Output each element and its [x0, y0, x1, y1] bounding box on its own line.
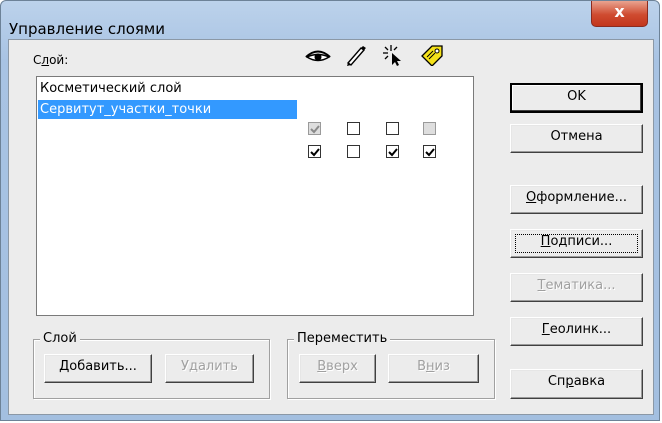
tag-icon	[418, 44, 446, 67]
layer-labels-checkbox[interactable]	[423, 145, 436, 158]
layer-visible-checkbox[interactable]	[308, 145, 321, 158]
layer-selectable-checkbox[interactable]	[386, 122, 399, 135]
pencil-icon	[342, 44, 370, 66]
layer-list-label: Слой:	[33, 53, 69, 67]
layer-editable-checkbox[interactable]	[347, 122, 360, 135]
close-button[interactable]: x	[591, 1, 648, 27]
geolink-button[interactable]: Геолинк...	[510, 317, 643, 346]
title-bar[interactable]: Управление слоями x	[1, 1, 659, 38]
add-layer-button[interactable]: Добавить...	[44, 354, 152, 383]
layer-name: Сервитут_участки_точки	[38, 100, 297, 119]
move-down-button[interactable]: Вниз	[388, 354, 479, 383]
layer-group-title: Слой	[40, 331, 80, 346]
layer-name: Косметический слой	[40, 81, 182, 96]
help-button[interactable]: Справка	[510, 369, 643, 399]
cancel-button[interactable]: Отмена	[510, 124, 643, 153]
layer-listbox[interactable]: Косметический слой Сервитут_участки_точк…	[36, 76, 474, 316]
thematic-button[interactable]: Тематика...	[510, 273, 643, 302]
cursor-sparkle-icon	[380, 44, 408, 66]
design-button[interactable]: Оформление...	[510, 185, 643, 214]
remove-layer-button[interactable]: Удалить	[165, 354, 254, 383]
ok-button[interactable]: OK	[510, 83, 643, 113]
focus-indicator	[515, 234, 638, 253]
layer-visible-checkbox[interactable]	[308, 122, 321, 135]
labels-button[interactable]: Подписи...	[510, 229, 643, 258]
window-title: Управление слоями	[9, 20, 165, 38]
layer-selectable-checkbox[interactable]	[386, 145, 399, 158]
layer-labels-checkbox[interactable]	[423, 122, 436, 135]
close-icon: x	[614, 2, 625, 21]
layer-editable-checkbox[interactable]	[347, 145, 360, 158]
move-group-title: Переместить	[294, 331, 391, 346]
move-up-button[interactable]: Вверх	[299, 354, 376, 383]
eye-icon	[304, 44, 332, 66]
